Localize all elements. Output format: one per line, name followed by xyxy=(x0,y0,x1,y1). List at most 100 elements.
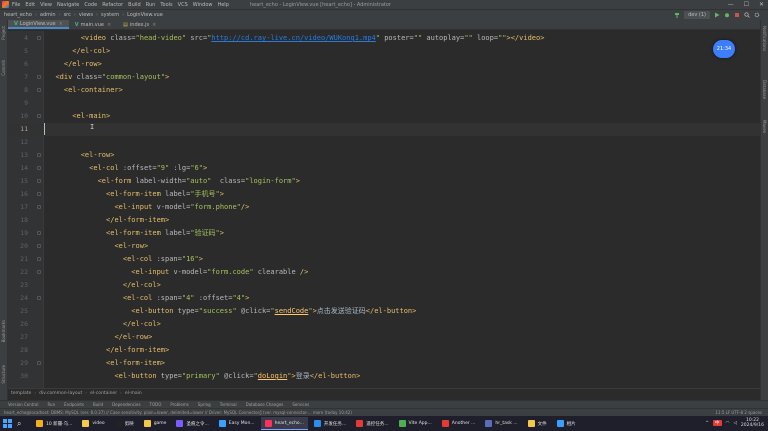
status-position[interactable]: 11:5 LF UTF-8 2 spaces xyxy=(715,410,762,415)
taskbar-app[interactable]: heart_echo... xyxy=(260,417,308,430)
code-line[interactable]: 7 <div class="common-layout"> xyxy=(8,71,760,84)
close-tab-icon[interactable]: × xyxy=(107,22,111,28)
chevron-up-icon[interactable]: ^ xyxy=(705,421,709,426)
close-tab-icon[interactable]: × xyxy=(59,21,63,27)
menu-item-build[interactable]: Build xyxy=(128,2,141,8)
fold-marker-icon[interactable] xyxy=(37,153,41,157)
code-line[interactable]: 4 <video class="head-video" src= "http://… xyxy=(8,32,760,45)
code-line[interactable]: 21 <el-col :span="16"> xyxy=(8,253,760,266)
code-line[interactable]: 14 <el-col :offset="9" :lg="6"> xyxy=(8,162,760,175)
close-icon[interactable]: ✕ xyxy=(759,1,764,8)
menu-item-window[interactable]: Window xyxy=(193,2,213,8)
code-line[interactable]: 9 xyxy=(8,97,760,110)
fold-marker-icon[interactable] xyxy=(37,270,41,274)
code-line[interactable]: 13 <el-row> xyxy=(8,149,760,162)
fold-marker-icon[interactable] xyxy=(37,88,41,92)
code-line[interactable]: 5 </el-col> xyxy=(8,45,760,58)
code-line[interactable]: 8 <el-container> xyxy=(8,84,760,97)
tool-window-button[interactable]: Services xyxy=(292,402,309,407)
code-line[interactable]: 28 </el-form-item> xyxy=(8,344,760,357)
menu-item-file[interactable]: File xyxy=(12,2,20,8)
fold-marker-icon[interactable] xyxy=(37,114,41,118)
taskbar-app[interactable]: Another ... xyxy=(438,417,480,430)
menu-item-navigate[interactable]: Navigate xyxy=(57,2,79,8)
taskbar-clock[interactable]: 10:22 2024/9/16 xyxy=(741,418,764,428)
code-line[interactable]: 22 <el-input v-model="form.code" clearab… xyxy=(8,266,760,279)
menu-item-help[interactable]: Help xyxy=(217,2,228,8)
taskbar-app[interactable]: 遥控任务... xyxy=(352,417,392,430)
code-line[interactable]: 29 <el-form-item> xyxy=(8,357,760,370)
taskbar-app[interactable]: 10 新疆·乌... xyxy=(32,417,76,430)
fold-marker-icon[interactable] xyxy=(37,205,41,209)
menu-item-code[interactable]: Code xyxy=(84,2,97,8)
fold-marker-icon[interactable] xyxy=(37,179,41,183)
code-line[interactable]: 11 xyxy=(8,123,760,136)
ime-indicator[interactable]: 中 xyxy=(713,420,722,426)
menu-item-edit[interactable]: Edit xyxy=(25,2,35,8)
structure-crumb[interactable]: el-main xyxy=(125,391,142,396)
tool-bookmarks[interactable]: Bookmarks xyxy=(1,320,6,342)
tool-window-button[interactable]: Spring xyxy=(198,402,211,407)
code-line[interactable]: 20 <el-row> xyxy=(8,240,760,253)
code-line[interactable]: 23 </el-col> xyxy=(8,279,760,292)
nav-crumb[interactable]: admin xyxy=(40,12,56,18)
windows-start-icon[interactable] xyxy=(3,419,12,428)
maximize-icon[interactable]: ☐ xyxy=(744,1,749,8)
taskbar-app[interactable]: 圣痕之令... xyxy=(172,417,212,430)
tool-window-button[interactable]: Run xyxy=(47,402,55,407)
status-message[interactable]: heart_echo@localhost: DBMS: MySQL (ver. … xyxy=(4,410,352,415)
taskbar-app[interactable]: hr_task ... xyxy=(481,417,521,430)
volume-icon[interactable]: ◁ xyxy=(733,421,736,426)
taskbar-app[interactable]: 文件 xyxy=(524,417,551,430)
code-line[interactable]: 17 <el-input v-model="form.phone"/> xyxy=(8,201,760,214)
tool-project[interactable]: Project xyxy=(1,26,6,40)
code-line[interactable]: 27 </el-row> xyxy=(8,331,760,344)
menu-item-tools[interactable]: Tools xyxy=(160,2,172,8)
fold-marker-icon[interactable] xyxy=(37,166,41,170)
taskbar-app[interactable]: Easy Mon... xyxy=(215,417,259,430)
tool-window-button[interactable]: Database Changes xyxy=(246,402,284,407)
structure-crumb[interactable]: div.common-layout xyxy=(39,391,82,396)
menu-item-vcs[interactable]: VCS xyxy=(178,2,188,8)
nav-crumb[interactable]: LoginView.vue xyxy=(127,12,163,18)
nav-crumb[interactable]: views xyxy=(79,12,93,18)
editor-tab[interactable]: V LoginView.vue × xyxy=(8,20,69,29)
nav-crumb[interactable]: heart_echo xyxy=(4,12,32,18)
close-tab-icon[interactable]: × xyxy=(152,22,156,28)
code-line[interactable]: 24 <el-col :span="4" :offset="4"> xyxy=(8,292,760,305)
search-icon[interactable] xyxy=(744,12,750,18)
menu-item-run[interactable]: Run xyxy=(146,2,156,8)
code-line[interactable]: 12 xyxy=(8,136,760,149)
code-line[interactable]: 25 <el-button type="success" @click="sen… xyxy=(8,305,760,318)
stop-icon[interactable] xyxy=(734,12,740,18)
tool-window-button[interactable]: Version Control xyxy=(8,402,38,407)
code-line[interactable]: 19 <el-form-item label="验证码"> xyxy=(8,227,760,240)
taskbar-app[interactable]: Vite App... xyxy=(395,417,436,430)
tool-maven[interactable]: Maven xyxy=(762,120,767,133)
tool-window-button[interactable]: Terminal xyxy=(220,402,237,407)
fold-marker-icon[interactable] xyxy=(37,231,41,235)
tool-structure[interactable]: Structure xyxy=(1,365,6,384)
fold-marker-icon[interactable] xyxy=(37,75,41,79)
code-editor[interactable]: 4 <video class="head-video" src="http://… xyxy=(8,31,760,388)
nav-crumb[interactable]: src xyxy=(64,12,71,18)
code-line[interactable]: 26 </el-col> xyxy=(8,318,760,331)
fold-marker-icon[interactable] xyxy=(37,244,41,248)
menu-item-refactor[interactable]: Refactor xyxy=(102,2,123,8)
tool-window-button[interactable]: TODO xyxy=(150,402,162,407)
tool-window-button[interactable]: Endpoints xyxy=(64,402,84,407)
fold-marker-icon[interactable] xyxy=(37,361,41,365)
taskbar-app[interactable]: game xyxy=(140,417,171,430)
nav-crumb[interactable]: system xyxy=(101,12,119,18)
hammer-icon[interactable] xyxy=(674,12,680,18)
code-line[interactable]: 16 <el-form-item label="手机号"> xyxy=(8,188,760,201)
editor-tab[interactable]: ▤ index.js × xyxy=(117,20,162,29)
fold-marker-icon[interactable] xyxy=(37,192,41,196)
tool-database[interactable]: Database xyxy=(762,80,767,99)
structure-crumb[interactable]: el-container xyxy=(90,391,117,396)
fold-marker-icon[interactable] xyxy=(37,296,41,300)
run-config-select[interactable]: dev (1) xyxy=(684,11,710,19)
tool-window-button[interactable]: Problems xyxy=(170,402,188,407)
taskbar-search-icon[interactable]: ⌕ xyxy=(17,419,26,428)
code-line[interactable]: 18 </el-form-item> xyxy=(8,214,760,227)
